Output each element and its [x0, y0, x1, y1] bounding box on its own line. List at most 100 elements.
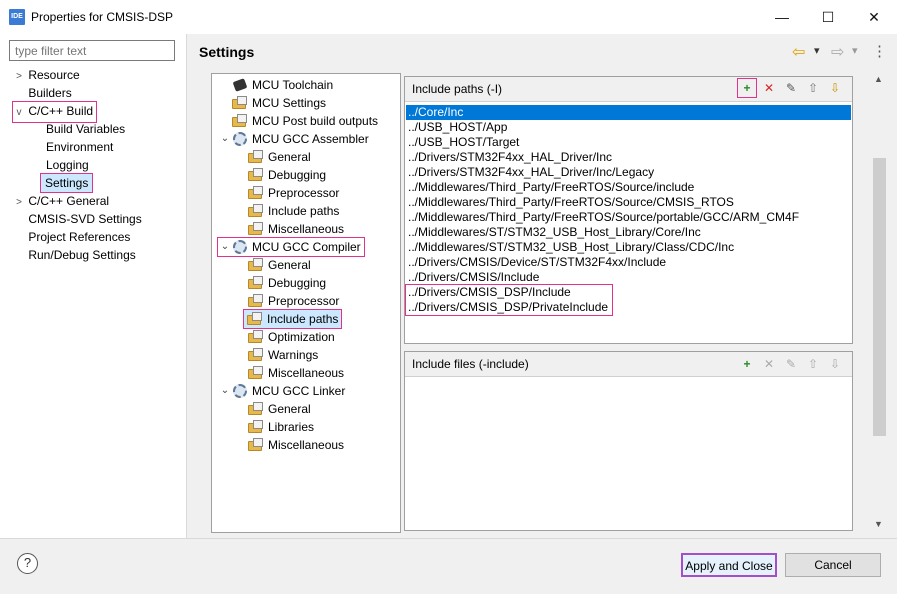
view-menu-icon[interactable]: ⋮ [872, 42, 887, 60]
nav-item-project-references[interactable]: Project References [13, 228, 183, 246]
move-up-icon[interactable]: ⇧ [804, 79, 822, 97]
tree-item-label: Preprocessor [268, 186, 340, 200]
nav-item-environment[interactable]: Environment [13, 138, 183, 156]
nav-item-builders[interactable]: Builders [13, 84, 183, 102]
tree-item-asm-general[interactable]: General [214, 148, 400, 166]
delete-path-icon[interactable]: ✕ [760, 79, 778, 97]
edit-path-icon[interactable]: ✎ [782, 79, 800, 97]
nav-item-cpp-general[interactable]: > C/C++ General [13, 192, 183, 210]
tree-item-asm-preprocessor[interactable]: Preprocessor [214, 184, 400, 202]
minimize-button[interactable]: — [759, 0, 805, 34]
chevron-down-icon[interactable]: v [13, 104, 25, 122]
list-item[interactable]: ../Drivers/CMSIS_DSP/PrivateInclude [406, 300, 608, 315]
tree-item-cc-debugging[interactable]: Debugging [214, 274, 400, 292]
settings-page-icon [248, 366, 264, 380]
tree-item-label: Miscellaneous [268, 438, 345, 452]
tree-item-label: General [268, 402, 311, 416]
tree-item-cc-preprocessor[interactable]: Preprocessor [214, 292, 400, 310]
nav-item-cmsis-svd[interactable]: CMSIS-SVD Settings [13, 210, 183, 228]
move-down-icon[interactable]: ⇩ [826, 79, 844, 97]
move-up-icon[interactable]: ⇧ [804, 355, 822, 373]
nav-item-build-variables[interactable]: Build Variables [13, 120, 183, 138]
list-item[interactable]: ../Middlewares/ST/STM32_USB_Host_Library… [406, 225, 851, 240]
nav-item-resource[interactable]: > Resource [13, 66, 183, 84]
nav-item-label: Run/Debug Settings [28, 248, 136, 262]
tree-item-ld-general[interactable]: General [214, 400, 400, 418]
settings-page-icon [248, 150, 264, 164]
list-item[interactable]: ../USB_HOST/App [406, 120, 851, 135]
edit-file-icon[interactable]: ✎ [782, 355, 800, 373]
tree-item-asm-include-paths[interactable]: Include paths [214, 202, 400, 220]
nav-item-run-debug[interactable]: Run/Debug Settings [13, 246, 183, 264]
tree-item-label: General [268, 150, 311, 164]
tree-item-asm-misc[interactable]: Miscellaneous [214, 220, 400, 238]
tree-item-linker[interactable]: ⌄ MCU GCC Linker [214, 382, 400, 400]
cancel-button[interactable]: Cancel [785, 553, 881, 577]
add-file-icon[interactable]: + [738, 355, 756, 373]
back-dropdown-icon[interactable]: ▾ [814, 44, 820, 57]
apply-and-close-button[interactable]: Apply and Close [681, 553, 777, 577]
tree-item-label: Warnings [268, 348, 319, 362]
list-item[interactable]: ../Core/Inc [406, 105, 851, 120]
nav-item-label: C/C++ General [28, 194, 110, 208]
tree-item-post-build[interactable]: MCU Post build outputs [214, 112, 400, 130]
tree-item-label: MCU Post build outputs [252, 114, 379, 128]
gear-icon [232, 383, 248, 399]
settings-page-icon [248, 168, 264, 182]
include-paths-highlight: Include paths [242, 309, 343, 329]
list-item[interactable]: ../Drivers/CMSIS_DSP/Include [406, 285, 608, 300]
list-item[interactable]: ../Middlewares/Third_Party/FreeRTOS/Sour… [406, 210, 851, 225]
tree-item-asm-debugging[interactable]: Debugging [214, 166, 400, 184]
tree-item-cc-include-paths[interactable]: Include paths [214, 309, 400, 329]
list-item[interactable]: ../Drivers/CMSIS/Include [406, 270, 851, 285]
filter-input[interactable] [9, 40, 175, 61]
chevron-down-icon[interactable]: ⌄ [218, 130, 232, 148]
maximize-button[interactable]: ☐ [805, 0, 851, 34]
nav-item-settings[interactable]: Settings [13, 173, 183, 193]
forward-arrow-icon[interactable]: ⇨ [831, 42, 844, 62]
app-icon: IDE [9, 9, 25, 25]
add-path-icon[interactable]: + [737, 78, 757, 98]
tree-item-label: MCU Settings [252, 96, 327, 110]
list-item[interactable]: ../Middlewares/Third_Party/FreeRTOS/Sour… [406, 180, 851, 195]
tool-tree-items: MCU Toolchain MCU Settings MCU Post buil… [214, 76, 400, 454]
tree-item-mcu-settings[interactable]: MCU Settings [214, 94, 400, 112]
tree-item-mcu-toolchain[interactable]: MCU Toolchain [214, 76, 400, 94]
scroll-up-icon[interactable]: ▲ [874, 74, 883, 84]
window-title: Properties for CMSIS-DSP [31, 10, 174, 24]
tree-item-ld-misc[interactable]: Miscellaneous [214, 436, 400, 454]
nav-item-logging[interactable]: Logging [13, 156, 183, 174]
tree-item-cc-optimization[interactable]: Optimization [214, 328, 400, 346]
chevron-down-icon[interactable]: ⌄ [218, 238, 232, 256]
tree-item-assembler[interactable]: ⌄ MCU GCC Assembler [214, 130, 400, 148]
tree-item-cc-warnings[interactable]: Warnings [214, 346, 400, 364]
help-button[interactable]: ? [17, 553, 38, 574]
tree-item-cc-general[interactable]: General [214, 256, 400, 274]
tree-item-label: MCU Toolchain [252, 78, 334, 92]
delete-file-icon[interactable]: ✕ [760, 355, 778, 373]
nav-item-label: C/C++ Build [28, 104, 94, 118]
forward-dropdown-icon[interactable]: ▾ [852, 44, 858, 57]
move-down-icon[interactable]: ⇩ [826, 355, 844, 373]
settings-page-icon [248, 222, 264, 236]
list-item[interactable]: ../Middlewares/Third_Party/FreeRTOS/Sour… [406, 195, 851, 210]
list-item[interactable]: ../Drivers/CMSIS/Device/ST/STM32F4xx/Inc… [406, 255, 851, 270]
chevron-down-icon[interactable]: ⌄ [218, 382, 232, 400]
list-item[interactable]: ../USB_HOST/Target [406, 135, 851, 150]
list-item[interactable]: ../Drivers/STM32F4xx_HAL_Driver/Inc [406, 150, 851, 165]
nav-item-label: Logging [46, 158, 89, 172]
tree-item-cc-misc[interactable]: Miscellaneous [214, 364, 400, 382]
list-item[interactable]: ../Drivers/STM32F4xx_HAL_Driver/Inc/Lega… [406, 165, 851, 180]
scrollbar-thumb[interactable] [873, 158, 886, 436]
scroll-down-icon[interactable]: ▼ [874, 519, 883, 529]
tree-item-compiler[interactable]: ⌄ MCU GCC Compiler [214, 237, 400, 257]
tree-item-label: General [268, 258, 311, 272]
nav-item-cpp-build[interactable]: v C/C++ Build [11, 101, 183, 123]
close-button[interactable]: ✕ [851, 0, 897, 34]
tree-item-label: MCU GCC Compiler [252, 240, 361, 254]
settings-page-icon [248, 420, 264, 434]
back-arrow-icon[interactable]: ⇦ [792, 42, 805, 62]
tree-item-ld-libraries[interactable]: Libraries [214, 418, 400, 436]
include-paths-toolbar: + ✕ ✎ ⇧ ⇩ [737, 78, 844, 98]
list-item[interactable]: ../Middlewares/ST/STM32_USB_Host_Library… [406, 240, 851, 255]
